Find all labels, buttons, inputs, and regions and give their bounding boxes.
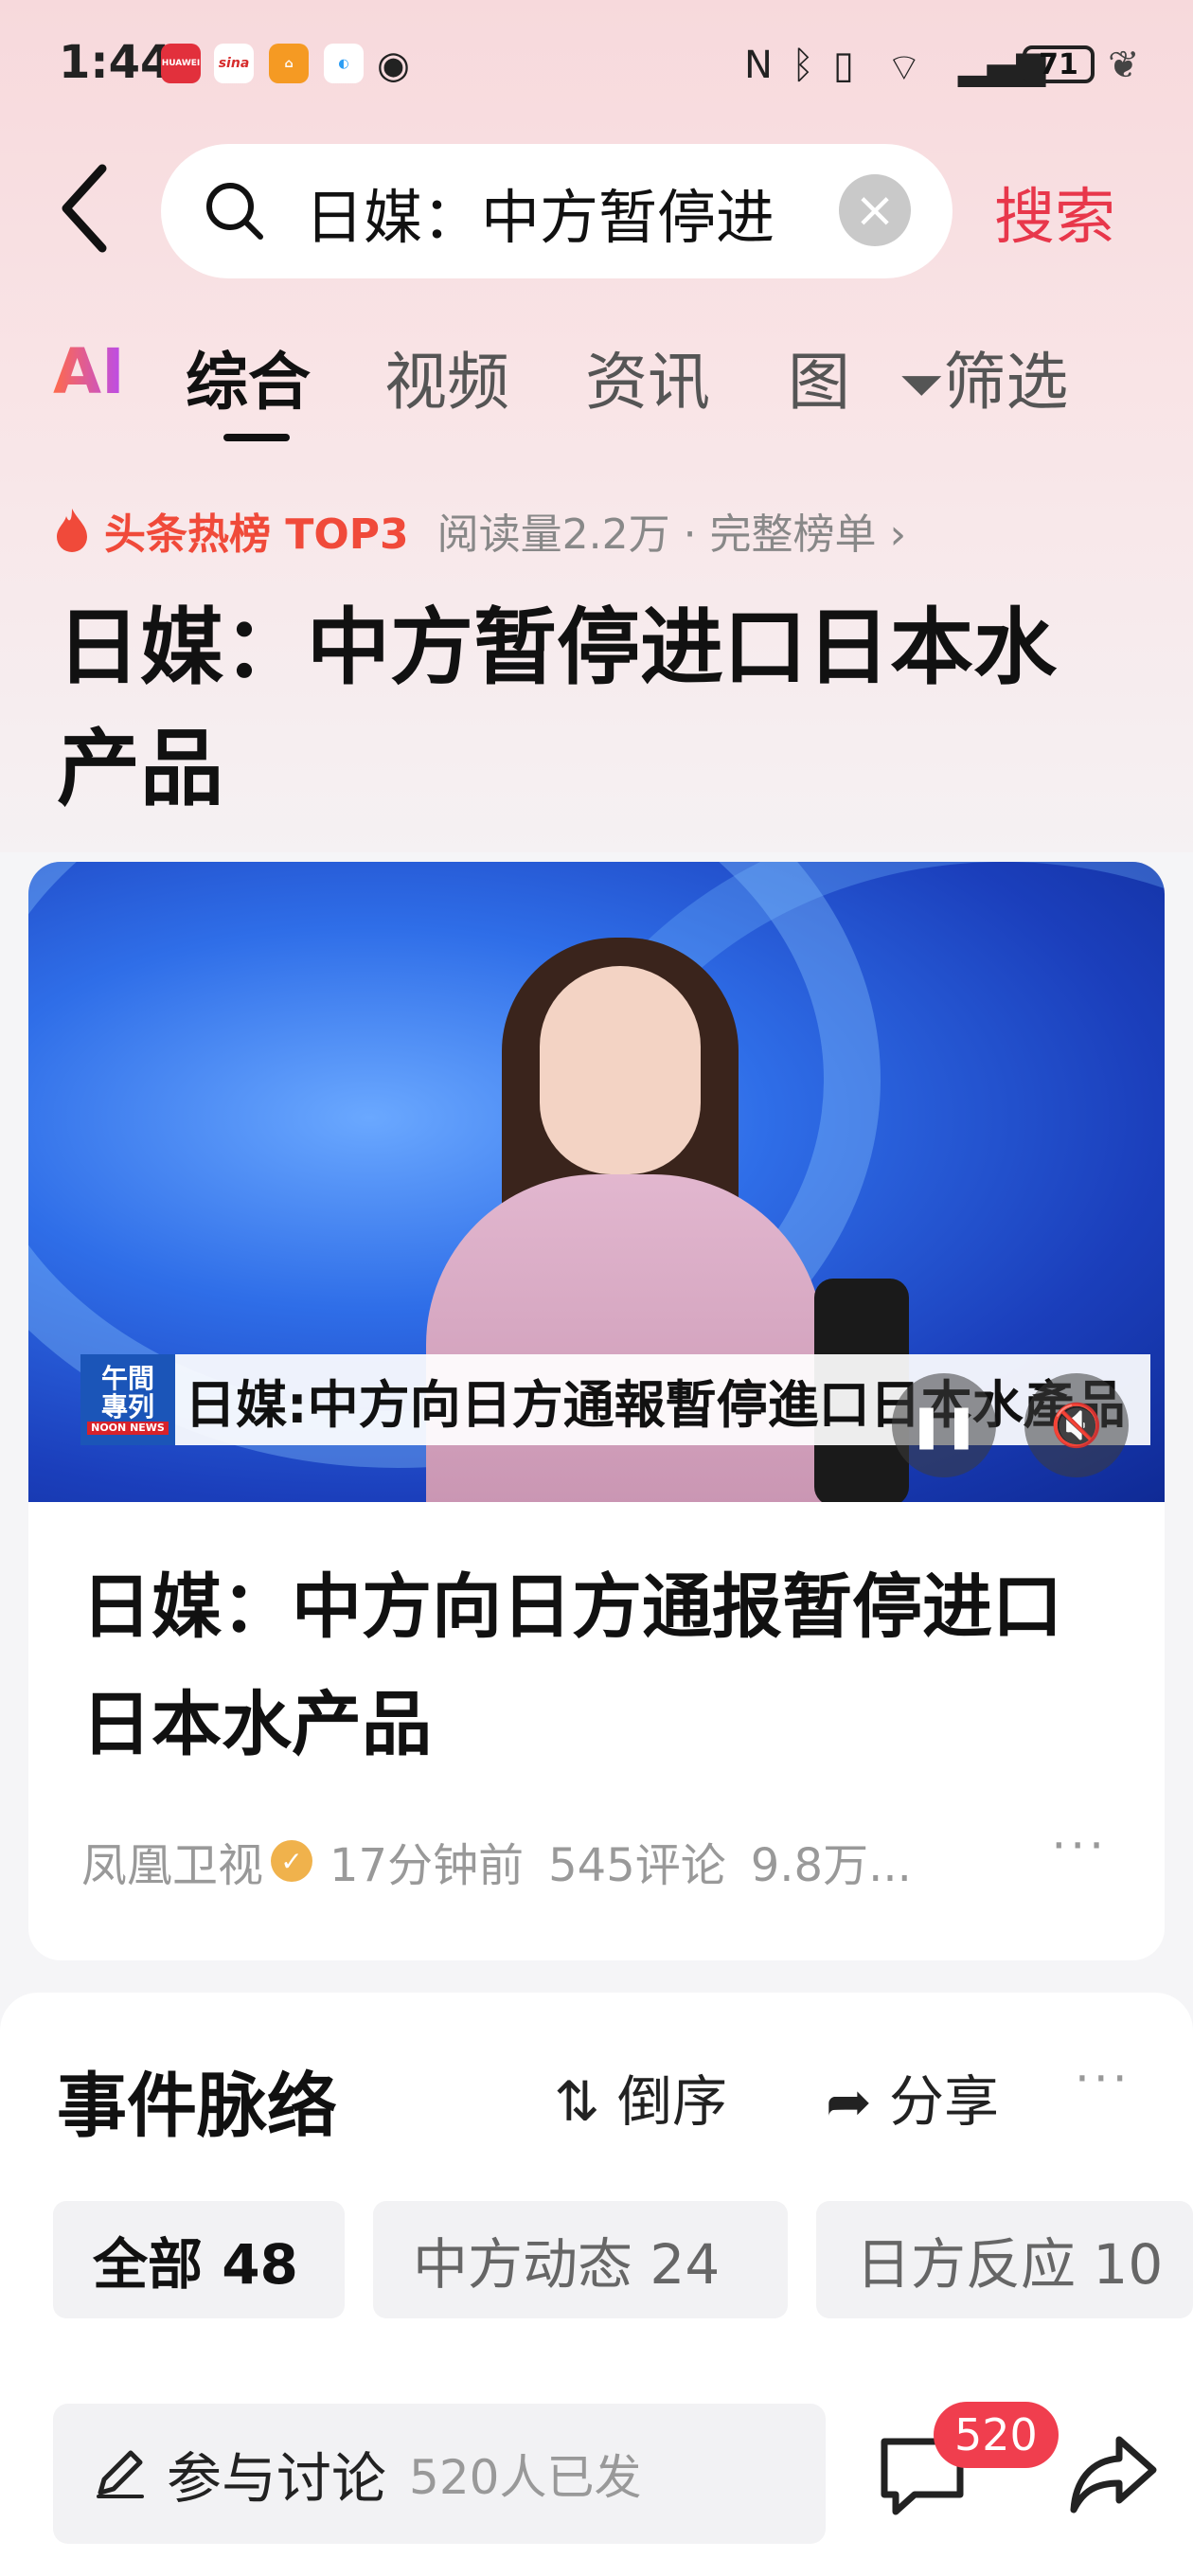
eye-icon: ◉ [377, 44, 410, 87]
tab-news[interactable]: 资讯 [585, 331, 710, 422]
clear-icon[interactable]: × [839, 174, 911, 246]
status-bar: 1:44 HUAWEI sina ⌂ ◐ ◉ N ᛒ ▯ ⌔ ▂▄▆ 71 ❦ [0, 0, 1193, 133]
events-more-icon[interactable]: ··· [1075, 2051, 1131, 2106]
hot-rank-label: 头条热榜 TOP3 [104, 510, 409, 559]
tab-ai[interactable]: AI [53, 335, 125, 408]
pen-icon [97, 2450, 144, 2498]
mute-icon[interactable]: 🔇 [1024, 1373, 1129, 1477]
search-icon [206, 183, 263, 240]
verified-icon: ✓ [271, 1840, 313, 1882]
sort-button[interactable]: ⇅ 倒序 [554, 2057, 727, 2137]
comment-badge: 520 [934, 2402, 1059, 2468]
view-count: 9.8万... [750, 1839, 912, 1892]
comment-count: 545评论 [548, 1839, 726, 1892]
hot-rank-line[interactable]: 头条热榜 TOP3 阅读量2.2万 · 完整榜单 › [53, 492, 906, 568]
more-options-icon[interactable]: ··· [1051, 1818, 1108, 1873]
pause-icon[interactable]: ❚❚ [892, 1373, 996, 1477]
search-button[interactable]: 搜索 [994, 169, 1115, 256]
events-title: 事件脉络 [57, 2066, 337, 2147]
home-app-icon: ⌂ [269, 44, 309, 83]
back-arrow-icon[interactable] [57, 161, 114, 256]
discussion-count: 520人已发 [409, 2450, 642, 2505]
share-arrow-icon: ➦ [826, 2069, 872, 2134]
time-ago: 17分钟前 [329, 1839, 525, 1892]
nfc-icon: N [744, 44, 773, 87]
tab-comprehensive[interactable]: 综合 [186, 331, 311, 422]
share-icon[interactable] [1066, 2426, 1161, 2521]
source-name[interactable]: 凤凰卫视 [81, 1828, 263, 1894]
share-button[interactable]: ➦ 分享 [826, 2057, 999, 2137]
sort-icon: ⇅ [554, 2069, 600, 2134]
chip-all[interactable]: 全部 48 [53, 2201, 345, 2318]
chip-china-updates[interactable]: 中方动态 24 [373, 2201, 788, 2318]
tab-bar: AI 综合 视频 资讯 图 ⏷筛选 [0, 313, 1193, 441]
battery-icon: 71 [1023, 45, 1095, 83]
video-player[interactable]: 午間 專列 NOON NEWS 日媒:中方向日方通報暫停進口日本水產品 ❚❚ 🔇 [28, 862, 1165, 1502]
leaf-icon: ❦ [1108, 44, 1140, 87]
card-title[interactable]: 日媒：中方向日方通报暂停进口日本水产品 [81, 1548, 1123, 1783]
event-timeline-panel: 事件脉络 ⇅ 倒序 ➦ 分享 ··· 全部 48 中方动态 24 日方反应 10… [0, 1993, 1193, 2576]
wifi-icon: ⌔ [886, 46, 922, 90]
vibrate-icon: ▯ [833, 44, 855, 87]
tab-filter[interactable]: ⏷筛选 [899, 331, 1068, 422]
card-meta: 凤凰卫视 ✓ 17分钟前 545评论 9.8万... [81, 1828, 1123, 1894]
tab-video[interactable]: 视频 [384, 331, 509, 422]
tab-images[interactable]: 图 [788, 331, 850, 422]
browser-icon: ◐ [324, 44, 364, 83]
chip-japan-reaction[interactable]: 日方反应 10 [816, 2201, 1193, 2318]
status-time: 1:44 [59, 36, 172, 89]
hot-rank-meta[interactable]: 阅读量2.2万 · 完整榜单 › [437, 500, 907, 561]
bluetooth-icon: ᛒ [792, 44, 814, 87]
news-card[interactable]: 午間 專列 NOON NEWS 日媒:中方向日方通報暫停進口日本水產品 ❚❚ 🔇… [28, 862, 1165, 1960]
page-title: 日媒：中方暂停进口日本水产品 [57, 599, 1058, 817]
huawei-icon: HUAWEI [161, 44, 201, 83]
anchor-face [540, 966, 701, 1174]
active-tab-indicator [223, 434, 290, 441]
discussion-label: 参与讨论 [167, 2446, 387, 2511]
sina-icon: sina [214, 44, 254, 83]
filter-icon: ⏷ [899, 352, 944, 417]
search-box[interactable]: × [161, 144, 960, 278]
flame-icon [57, 509, 87, 552]
discussion-input[interactable]: 参与讨论 520人已发 [53, 2404, 826, 2544]
anchor-body [426, 1174, 824, 1502]
noon-news-logo: 午間 專列 NOON NEWS [80, 1354, 175, 1445]
